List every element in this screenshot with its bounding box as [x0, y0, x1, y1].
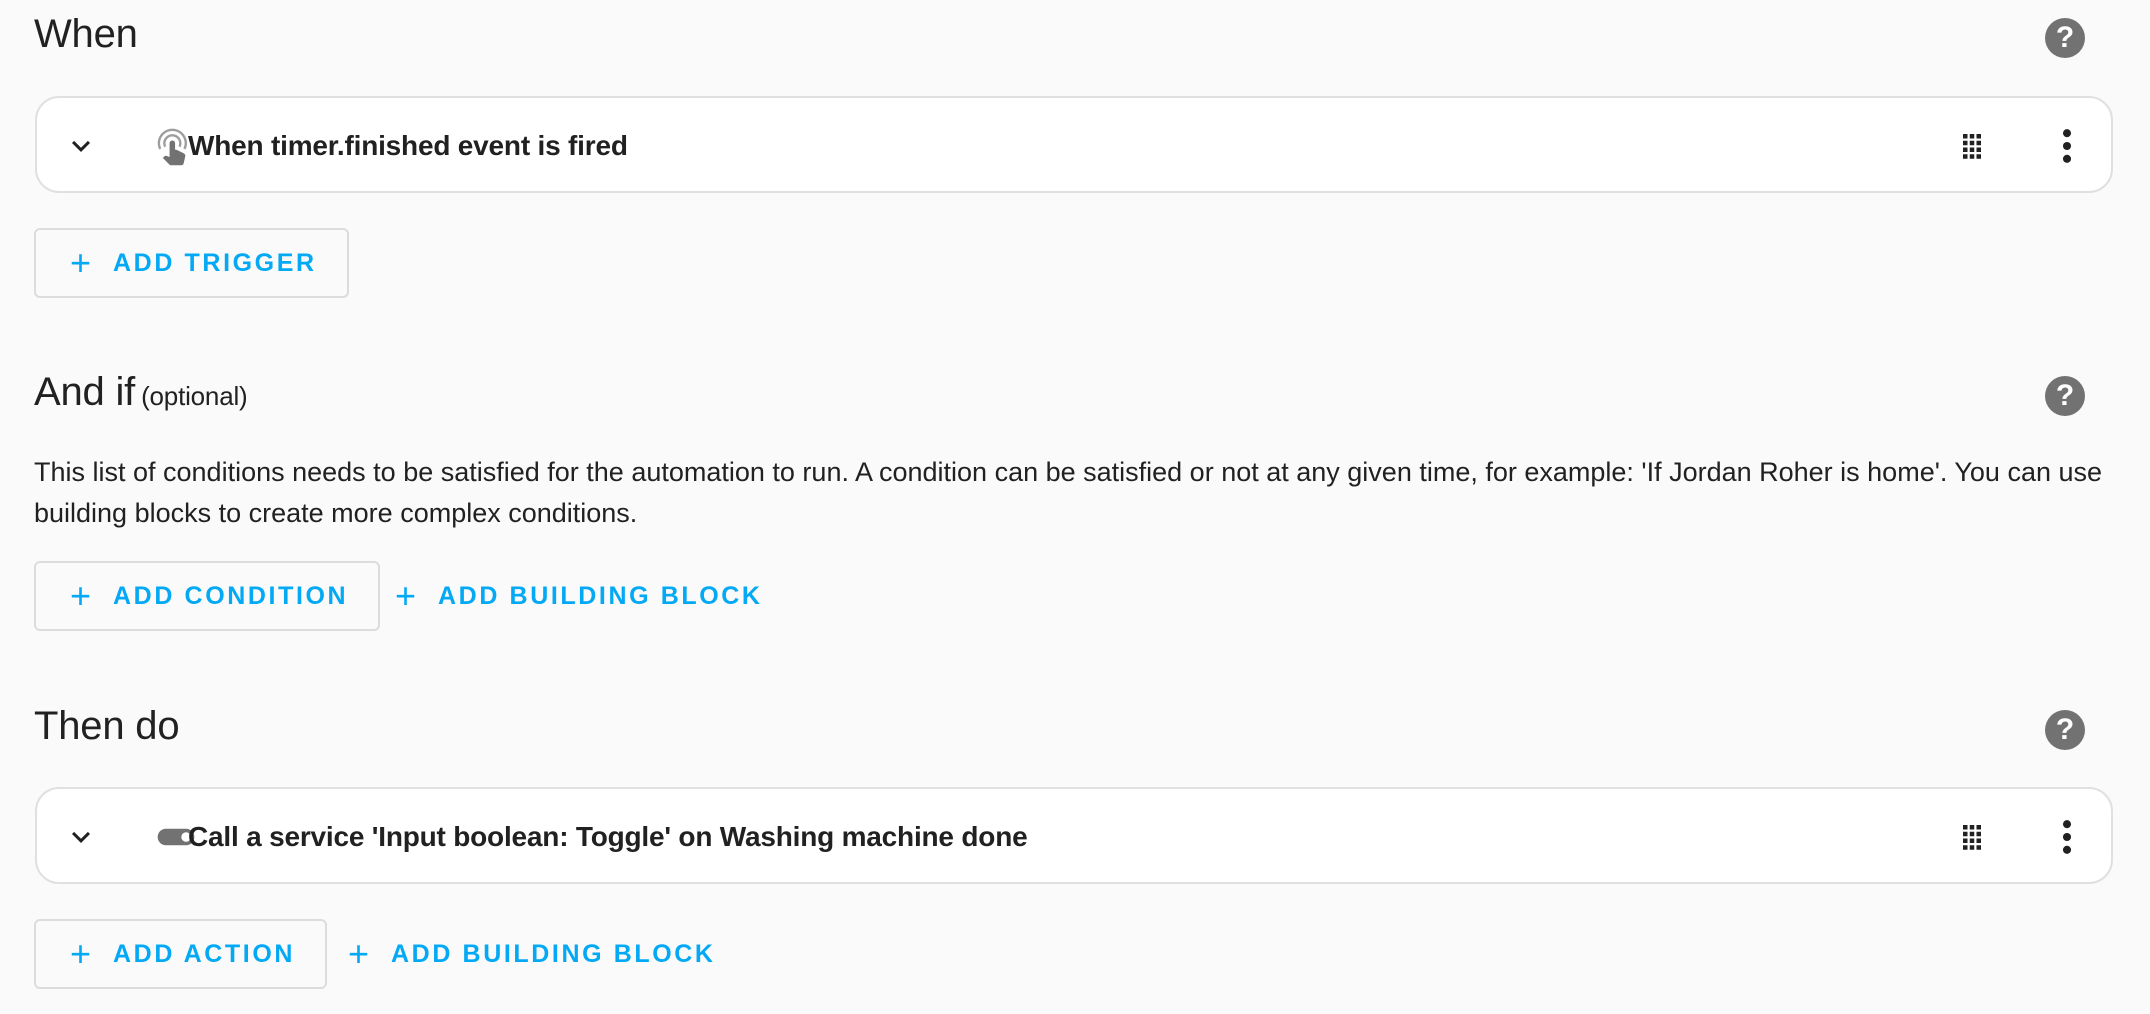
plus-icon: + [70, 575, 92, 616]
add-action-building-block-button[interactable]: + ADD BUILDING BLOCK [338, 919, 716, 989]
add-building-block-label: ADD BUILDING BLOCK [438, 581, 763, 610]
more-vertical-icon[interactable] [2045, 815, 2089, 859]
actions-section-title: Then do [34, 704, 180, 748]
optional-label: (optional) [141, 381, 248, 411]
help-circle-icon[interactable]: ? [2045, 18, 2085, 58]
triggers-section-title: When [34, 12, 138, 56]
help-circle-icon[interactable]: ? [2045, 710, 2085, 750]
add-condition-button[interactable]: + ADD CONDITION [34, 561, 381, 631]
add-action-label: ADD ACTION [113, 939, 296, 968]
add-trigger-label: ADD TRIGGER [113, 248, 317, 277]
plus-icon: + [395, 575, 417, 616]
trigger-card-title[interactable]: When timer.finished event is fired [188, 98, 628, 193]
plus-icon: + [70, 242, 92, 283]
drag-handle-icon[interactable] [1954, 819, 1990, 855]
help-circle-icon[interactable]: ? [2045, 376, 2085, 416]
triggers-section-header: When ? [34, 4, 2150, 64]
add-building-block-label: ADD BUILDING BLOCK [391, 939, 716, 968]
conditions-section-header: And if (optional) ? [34, 362, 2150, 422]
plus-icon: + [70, 933, 92, 974]
conditions-description: This list of conditions needs to be sati… [34, 457, 2103, 528]
chevron-down-icon[interactable] [63, 128, 99, 164]
action-card[interactable]: Call a service 'Input boolean: Toggle' o… [35, 787, 2113, 884]
add-action-button[interactable]: + ADD ACTION [34, 919, 328, 989]
conditions-title-text: And if [34, 370, 136, 414]
add-trigger-button[interactable]: + ADD TRIGGER [34, 228, 349, 298]
trigger-card[interactable]: When timer.finished event is fired [35, 96, 2113, 193]
actions-section-header: Then do ? [34, 696, 2150, 756]
action-card-title[interactable]: Call a service 'Input boolean: Toggle' o… [188, 789, 1028, 884]
conditions-section-title: And if (optional) [34, 362, 248, 426]
chevron-down-icon[interactable] [63, 819, 99, 855]
add-condition-building-block-button[interactable]: + ADD BUILDING BLOCK [385, 561, 763, 631]
more-vertical-icon[interactable] [2045, 124, 2089, 168]
plus-icon: + [348, 933, 370, 974]
add-condition-label: ADD CONDITION [113, 581, 349, 610]
drag-handle-icon[interactable] [1954, 128, 1990, 164]
